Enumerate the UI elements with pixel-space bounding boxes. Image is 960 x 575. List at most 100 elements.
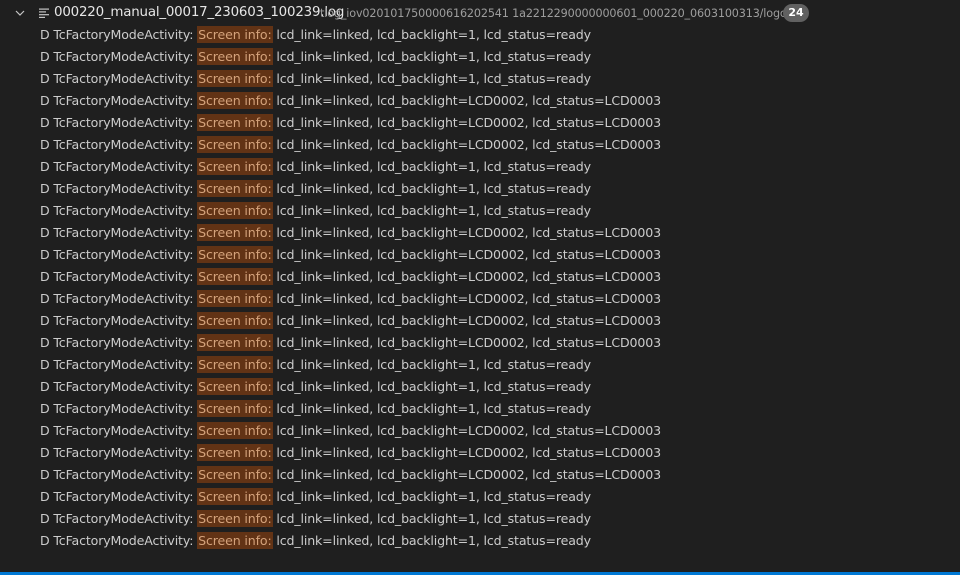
match-suffix: lcd_link=linked, lcd_backlight=LCD0002, … — [272, 313, 662, 328]
match-prefix: D TcFactoryModeActivity: — [40, 423, 198, 438]
match-prefix: D TcFactoryModeActivity: — [40, 159, 198, 174]
match-highlight: Screen info: — [197, 290, 273, 307]
match-count-badge: 24 — [783, 4, 809, 22]
match-suffix: lcd_link=linked, lcd_backlight=LCD0002, … — [272, 269, 662, 284]
match-prefix: D TcFactoryModeActivity: — [40, 357, 198, 372]
result-file-path: tlog_iov020101750000616202541 1a22122900… — [320, 7, 797, 20]
match-highlight: Screen info: — [197, 48, 273, 65]
search-match-row[interactable]: D TcFactoryModeActivity: Screen info: lc… — [0, 222, 960, 244]
match-suffix: lcd_link=linked, lcd_backlight=1, lcd_st… — [272, 181, 591, 196]
search-match-row[interactable]: D TcFactoryModeActivity: Screen info: lc… — [0, 310, 960, 332]
match-suffix: lcd_link=linked, lcd_backlight=LCD0002, … — [272, 115, 662, 130]
match-suffix: lcd_link=linked, lcd_backlight=LCD0002, … — [272, 291, 662, 306]
match-highlight: Screen info: — [197, 158, 273, 175]
match-prefix: D TcFactoryModeActivity: — [40, 445, 198, 460]
match-prefix: D TcFactoryModeActivity: — [40, 115, 198, 130]
match-highlight: Screen info: — [197, 334, 273, 351]
match-suffix: lcd_link=linked, lcd_backlight=1, lcd_st… — [272, 533, 591, 548]
search-match-row[interactable]: D TcFactoryModeActivity: Screen info: lc… — [0, 24, 960, 46]
match-highlight: Screen info: — [197, 114, 273, 131]
match-suffix: lcd_link=linked, lcd_backlight=1, lcd_st… — [272, 27, 591, 42]
match-prefix: D TcFactoryModeActivity: — [40, 269, 198, 284]
match-highlight: Screen info: — [197, 180, 273, 197]
match-highlight: Screen info: — [197, 510, 273, 527]
search-match-row[interactable]: D TcFactoryModeActivity: Screen info: lc… — [0, 244, 960, 266]
match-suffix: lcd_link=linked, lcd_backlight=LCD0002, … — [272, 93, 662, 108]
match-prefix: D TcFactoryModeActivity: — [40, 137, 198, 152]
match-prefix: D TcFactoryModeActivity: — [40, 467, 198, 482]
match-prefix: D TcFactoryModeActivity: — [40, 181, 198, 196]
search-match-row[interactable]: D TcFactoryModeActivity: Screen info: lc… — [0, 508, 960, 530]
match-highlight: Screen info: — [197, 268, 273, 285]
match-prefix: D TcFactoryModeActivity: — [40, 533, 198, 548]
search-match-row[interactable]: D TcFactoryModeActivity: Screen info: lc… — [0, 46, 960, 68]
match-prefix: D TcFactoryModeActivity: — [40, 511, 198, 526]
search-match-row[interactable]: D TcFactoryModeActivity: Screen info: lc… — [0, 200, 960, 222]
match-highlight: Screen info: — [197, 92, 273, 109]
match-highlight: Screen info: — [197, 26, 273, 43]
match-suffix: lcd_link=linked, lcd_backlight=1, lcd_st… — [272, 379, 591, 394]
match-prefix: D TcFactoryModeActivity: — [40, 49, 198, 64]
search-match-row[interactable]: D TcFactoryModeActivity: Screen info: lc… — [0, 112, 960, 134]
match-highlight: Screen info: — [197, 202, 273, 219]
match-suffix: lcd_link=linked, lcd_backlight=1, lcd_st… — [272, 159, 591, 174]
match-prefix: D TcFactoryModeActivity: — [40, 379, 198, 394]
search-match-row[interactable]: D TcFactoryModeActivity: Screen info: lc… — [0, 398, 960, 420]
match-suffix: lcd_link=linked, lcd_backlight=LCD0002, … — [272, 225, 662, 240]
search-result-file-header[interactable]: 000220_manual_00017_230603_100239.log tl… — [0, 2, 960, 24]
match-suffix: lcd_link=linked, lcd_backlight=1, lcd_st… — [272, 49, 591, 64]
match-suffix: lcd_link=linked, lcd_backlight=LCD0002, … — [272, 467, 662, 482]
search-match-row[interactable]: D TcFactoryModeActivity: Screen info: lc… — [0, 178, 960, 200]
search-match-row[interactable]: D TcFactoryModeActivity: Screen info: lc… — [0, 288, 960, 310]
match-highlight: Screen info: — [197, 444, 273, 461]
match-highlight: Screen info: — [197, 224, 273, 241]
match-prefix: D TcFactoryModeActivity: — [40, 93, 198, 108]
match-prefix: D TcFactoryModeActivity: — [40, 401, 198, 416]
match-prefix: D TcFactoryModeActivity: — [40, 291, 198, 306]
search-match-row[interactable]: D TcFactoryModeActivity: Screen info: lc… — [0, 68, 960, 90]
match-highlight: Screen info: — [197, 422, 273, 439]
search-match-row[interactable]: D TcFactoryModeActivity: Screen info: lc… — [0, 134, 960, 156]
search-match-row[interactable]: D TcFactoryModeActivity: Screen info: lc… — [0, 530, 960, 552]
match-highlight: Screen info: — [197, 400, 273, 417]
search-match-row[interactable]: D TcFactoryModeActivity: Screen info: lc… — [0, 332, 960, 354]
match-prefix: D TcFactoryModeActivity: — [40, 71, 198, 86]
match-prefix: D TcFactoryModeActivity: — [40, 225, 198, 240]
search-match-row[interactable]: D TcFactoryModeActivity: Screen info: lc… — [0, 90, 960, 112]
search-match-row[interactable]: D TcFactoryModeActivity: Screen info: lc… — [0, 266, 960, 288]
match-prefix: D TcFactoryModeActivity: — [40, 489, 198, 504]
match-suffix: lcd_link=linked, lcd_backlight=LCD0002, … — [272, 137, 662, 152]
match-highlight: Screen info: — [197, 356, 273, 373]
match-suffix: lcd_link=linked, lcd_backlight=LCD0002, … — [272, 445, 662, 460]
match-highlight: Screen info: — [197, 532, 273, 549]
search-match-row[interactable]: D TcFactoryModeActivity: Screen info: lc… — [0, 376, 960, 398]
match-highlight: Screen info: — [197, 488, 273, 505]
match-prefix: D TcFactoryModeActivity: — [40, 247, 198, 262]
match-suffix: lcd_link=linked, lcd_backlight=1, lcd_st… — [272, 203, 591, 218]
match-suffix: lcd_link=linked, lcd_backlight=LCD0002, … — [272, 423, 662, 438]
search-match-row[interactable]: D TcFactoryModeActivity: Screen info: lc… — [0, 486, 960, 508]
match-prefix: D TcFactoryModeActivity: — [40, 335, 198, 350]
result-file-name[interactable]: 000220_manual_00017_230603_100239.log — [54, 4, 344, 22]
match-prefix: D TcFactoryModeActivity: — [40, 313, 198, 328]
match-suffix: lcd_link=linked, lcd_backlight=1, lcd_st… — [272, 489, 591, 504]
search-match-row[interactable]: D TcFactoryModeActivity: Screen info: lc… — [0, 420, 960, 442]
match-suffix: lcd_link=linked, lcd_backlight=1, lcd_st… — [272, 401, 591, 416]
match-prefix: D TcFactoryModeActivity: — [40, 203, 198, 218]
match-highlight: Screen info: — [197, 466, 273, 483]
match-highlight: Screen info: — [197, 70, 273, 87]
search-match-row[interactable]: D TcFactoryModeActivity: Screen info: lc… — [0, 442, 960, 464]
search-match-row[interactable]: D TcFactoryModeActivity: Screen info: lc… — [0, 464, 960, 486]
match-list: D TcFactoryModeActivity: Screen info: lc… — [0, 24, 960, 552]
match-suffix: lcd_link=linked, lcd_backlight=1, lcd_st… — [272, 357, 591, 372]
search-match-row[interactable]: D TcFactoryModeActivity: Screen info: lc… — [0, 354, 960, 376]
search-match-row[interactable]: D TcFactoryModeActivity: Screen info: lc… — [0, 156, 960, 178]
match-highlight: Screen info: — [197, 378, 273, 395]
text-file-icon — [39, 8, 49, 18]
match-highlight: Screen info: — [197, 312, 273, 329]
match-suffix: lcd_link=linked, lcd_backlight=1, lcd_st… — [272, 71, 591, 86]
chevron-down-icon[interactable] — [14, 7, 26, 19]
match-prefix: D TcFactoryModeActivity: — [40, 27, 198, 42]
match-suffix: lcd_link=linked, lcd_backlight=LCD0002, … — [272, 247, 662, 262]
match-highlight: Screen info: — [197, 246, 273, 263]
